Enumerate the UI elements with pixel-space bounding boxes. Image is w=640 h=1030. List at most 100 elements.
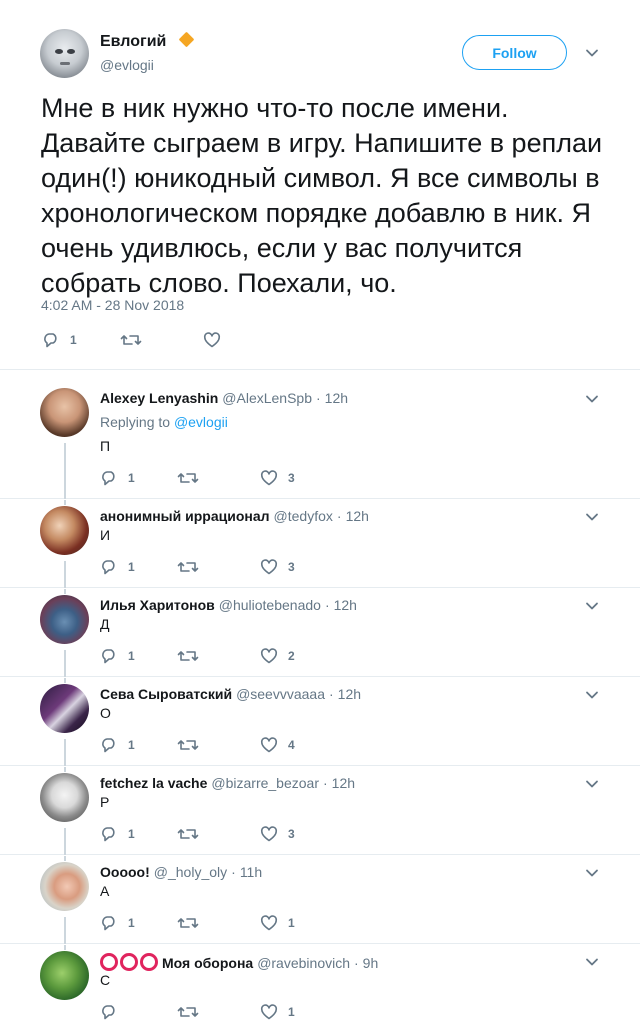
reply-author-name[interactable]: Моя оборона — [162, 955, 253, 971]
reply-tweet[interactable]: анонимный иррационал @tedyfox · 12h И 1 3 — [0, 500, 640, 588]
retweet-button[interactable] — [177, 736, 209, 754]
reply-icon — [102, 827, 115, 842]
reply-icon — [102, 1005, 115, 1020]
reply-tweet[interactable]: Ooooo! @_holy_oly · 11h А 1 1 — [0, 856, 640, 944]
retweet-button[interactable] — [177, 914, 209, 932]
reply-time[interactable]: 12h — [325, 390, 348, 406]
reply-time[interactable]: 9h — [363, 955, 379, 971]
reply-time[interactable]: 12h — [346, 508, 369, 524]
chevron-down-icon[interactable] — [585, 599, 599, 613]
retweet-button[interactable] — [177, 647, 209, 665]
chevron-down-icon[interactable] — [585, 777, 599, 791]
reply-button[interactable]: 1 — [100, 647, 135, 665]
reply-tweet[interactable]: fetchez la vache @bizarre_bezoar · 12h Р 1 … — [0, 767, 640, 855]
like-button[interactable] — [203, 331, 231, 349]
avatar[interactable] — [40, 595, 89, 644]
like-button[interactable]: 3 — [260, 558, 295, 576]
reply-author-handle[interactable]: @AlexLenSpb — [222, 390, 312, 406]
thread-line — [64, 739, 66, 766]
meta-separator: · — [316, 390, 321, 406]
heart-icon — [260, 737, 278, 753]
retweet-button[interactable] — [177, 469, 209, 487]
like-button[interactable]: 3 — [260, 469, 295, 487]
reply-author-handle[interactable]: @huliotebenado — [219, 597, 321, 613]
meta-separator: · — [329, 686, 334, 702]
retweet-button[interactable] — [120, 331, 152, 349]
avatar[interactable] — [40, 951, 89, 1000]
reply-count: 1 — [128, 560, 135, 574]
thread-line — [64, 678, 66, 683]
avatar[interactable] — [40, 388, 89, 437]
reply-author-handle[interactable]: @tedyfox — [274, 508, 333, 524]
like-button[interactable]: 2 — [260, 647, 295, 665]
chevron-down-icon[interactable] — [585, 46, 599, 60]
reply-author-handle[interactable]: @_holy_oly — [154, 864, 227, 880]
avatar[interactable] — [40, 506, 89, 555]
reply-text: И — [100, 527, 111, 543]
reply-text: А — [100, 883, 110, 899]
reply-author-handle[interactable]: @ravebinovich — [257, 955, 350, 971]
avatar[interactable] — [40, 862, 89, 911]
retweet-button[interactable] — [177, 558, 209, 576]
chevron-down-icon[interactable] — [585, 392, 599, 406]
reply-author-name[interactable]: fetchez la vache — [100, 775, 207, 791]
chevron-down-icon[interactable] — [585, 510, 599, 524]
reply-tweet[interactable]: Сева Сыроватский @seevvvaaaa · 12h О 1 4 — [0, 678, 640, 766]
reply-author-handle[interactable]: @seevvvaaaa — [236, 686, 325, 702]
thread-line — [64, 945, 66, 950]
reply-time[interactable]: 12h — [338, 686, 361, 702]
chevron-down-icon[interactable] — [585, 688, 599, 702]
like-button[interactable]: 1 — [260, 1003, 295, 1021]
avatar[interactable] — [40, 29, 89, 78]
replying-to-link[interactable]: @evlogii — [174, 414, 228, 430]
avatar[interactable] — [40, 684, 89, 733]
reply-count: 1 — [128, 916, 135, 930]
avatar[interactable] — [40, 773, 89, 822]
thread-line — [64, 589, 66, 594]
like-button[interactable]: 1 — [260, 914, 295, 932]
reply-author-name[interactable]: анонимный иррационал — [100, 508, 270, 524]
reply-author-name[interactable]: Alexey Lenyashin — [100, 390, 218, 406]
reply-button[interactable]: 1 — [100, 469, 135, 487]
reply-button[interactable] — [100, 1003, 128, 1021]
follow-button[interactable]: Follow — [462, 35, 567, 70]
reply-time[interactable]: 12h — [334, 597, 357, 613]
retweet-icon — [177, 473, 199, 483]
reply-button[interactable]: 1 — [100, 825, 135, 843]
reply-tweet[interactable]: Илья Харитонов @huliotebenado · 12h Д 1 2 — [0, 589, 640, 677]
chevron-down-icon[interactable] — [585, 955, 599, 969]
main-tweet: Евлогий @evlogii Follow Мне в ник нужно … — [0, 0, 640, 370]
reply-tweet[interactable]: Моя оборона @ravebinovich · 9h С 1 — [0, 945, 640, 1030]
like-count: 1 — [288, 1005, 295, 1019]
like-button[interactable]: 3 — [260, 825, 295, 843]
heart-icon — [203, 332, 221, 348]
author-handle[interactable]: @evlogii — [100, 57, 154, 73]
reply-time[interactable]: 11h — [240, 864, 262, 880]
thread-line — [64, 650, 66, 677]
chevron-down-icon[interactable] — [585, 866, 599, 880]
retweet-icon — [177, 829, 199, 839]
reply-author-name[interactable]: Сева Сыроватский — [100, 686, 232, 702]
like-button[interactable]: 4 — [260, 736, 295, 754]
reply-author: Моя оборона @ravebinovich · 9h — [100, 953, 378, 971]
reply-author: fetchez la vache @bizarre_bezoar · 12h — [100, 775, 355, 791]
reply-time[interactable]: 12h — [332, 775, 355, 791]
reply-tweet[interactable]: Alexey Lenyashin @AlexLenSpb · 12h Replying… — [0, 371, 640, 499]
retweet-icon — [177, 918, 199, 928]
author-name[interactable]: Евлогий — [100, 33, 166, 51]
like-count: 3 — [288, 560, 295, 574]
reply-button[interactable]: 1 — [100, 736, 135, 754]
retweet-button[interactable] — [177, 825, 209, 843]
reply-author-name[interactable]: Илья Харитонов — [100, 597, 215, 613]
reply-button[interactable]: 1 — [100, 914, 135, 932]
reply-button[interactable]: 1 — [42, 331, 77, 349]
tweet-timestamp[interactable]: 4:02 AM - 28 Nov 2018 — [41, 297, 184, 313]
retweet-button[interactable] — [177, 1003, 209, 1021]
thread-line — [64, 917, 66, 944]
like-count: 1 — [288, 916, 295, 930]
reply-author-handle[interactable]: @bizarre_bezoar — [211, 775, 319, 791]
reply-button[interactable]: 1 — [100, 558, 135, 576]
reply-count: 1 — [70, 333, 77, 347]
diamond-badge-icon — [178, 31, 195, 48]
reply-author-name[interactable]: Ooooo! — [100, 864, 150, 880]
